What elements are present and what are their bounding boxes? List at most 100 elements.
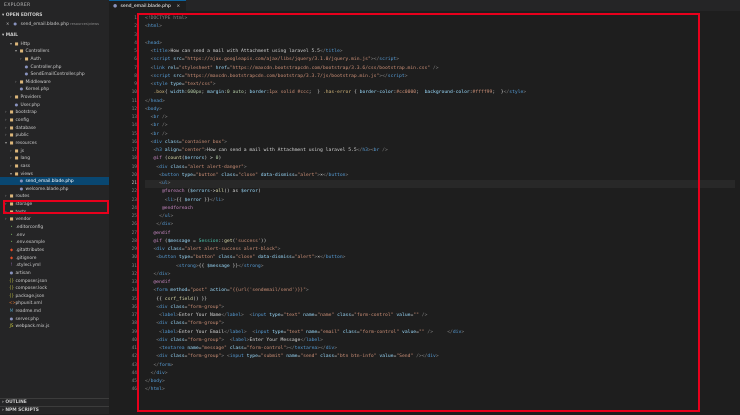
tree-item[interactable]: ◆ .gitattributes [0,246,109,254]
code-line[interactable]: <script src="https://maxcdn.bootstrapcdn… [145,73,735,81]
code-line[interactable]: </div> [145,221,735,229]
code-line[interactable]: <div class="alert alert-success alert-bl… [145,246,735,254]
tab-send-email-blade[interactable]: ● send_email.blade.php × [109,0,187,11]
tree-item-label: bootstrap [15,110,37,116]
code-token: margin [207,90,225,96]
code-line[interactable]: <title>How can send a mail with Attachme… [145,48,735,56]
code-token: > [404,73,408,79]
code-line[interactable]: <button type="button" class="close" data… [145,172,735,180]
code-line[interactable]: <textarea name="message" class="form-con… [145,345,735,353]
code-line[interactable]: <div class="alert alert-danger"> [145,164,735,172]
tree-item[interactable]: ▾ ■ Http [0,40,109,48]
tree-item[interactable]: <>phpunit.xml [0,299,109,307]
tree-item[interactable]: › ■ public [0,131,109,139]
code-line[interactable]: <label>Enter Your Name</label> <input ty… [145,312,735,320]
tree-item[interactable]: ● Controller.php [0,63,109,71]
code-line[interactable]: <div class="container box"> [145,139,735,147]
code-line[interactable]: <br /> [145,122,735,130]
tree-item[interactable]: › ■ Providers [0,93,109,101]
tree-item[interactable]: • .env [0,231,109,239]
tree-item[interactable]: › ■ tests [0,208,109,216]
code-editor[interactable]: 1 2 3 4 5 6 7 8 9 10 11 12 13 14 15 16 17 18 19 20 21 22 23 24 2… [109,11,740,414]
code-line[interactable]: @if ($message = Session::get('success')) [145,238,735,246]
tree-item[interactable]: ▾ ■ views [0,170,109,178]
code-line[interactable]: <body> [145,106,735,114]
code-line[interactable]: <link rel="stylesheet" href="https://max… [145,65,735,73]
tree-item[interactable]: ● send_email.blade.php [0,177,109,185]
code-line[interactable]: </html> [145,386,735,394]
close-icon[interactable]: × [176,4,180,9]
code-area[interactable]: <!DOCTYPE html> <html> <head> <title>How c… [145,15,735,395]
tree-item[interactable]: {}package.json [0,292,109,300]
code-line[interactable]: @if (count($errors) > 0) [145,155,735,163]
outline-section[interactable]: › OUTLINE [0,398,109,406]
tree-item[interactable]: Mreadme.md [0,307,109,315]
code-line[interactable]: </div> [145,271,735,279]
code-line[interactable]: <head> [145,40,735,48]
code-line[interactable]: <style type="text/css"> [145,81,735,89]
tree-item[interactable]: {}composer.json [0,277,109,285]
tree-item[interactable]: ▾ ■ resources [0,139,109,147]
tree-item[interactable]: ● server.php [0,315,109,323]
code-line[interactable]: <li>{{ $error }}</li> [145,197,735,205]
code-line[interactable]: @endif [145,230,735,238]
tree-item[interactable]: › ■ vendor [0,215,109,223]
code-line[interactable]: <div class="form-group"> <label>Enter Yo… [145,337,735,345]
tree-item[interactable]: ● artisan [0,269,109,277]
tree-item[interactable]: › ■ Middleware [0,78,109,86]
code-line[interactable]: <h3 align="center">How can send a mail w… [145,147,735,155]
tree-item[interactable]: {}composer.lock [0,284,109,292]
open-editors-section[interactable]: ▾ OPEN EDITORS [0,12,109,20]
code-line[interactable]: </form> [145,362,735,370]
tree-item[interactable]: • .editorconfig [0,223,109,231]
tree-item[interactable]: › ■ sass [0,162,109,170]
npm-scripts-section[interactable]: › NPM SCRIPTS [0,406,109,414]
tree-item[interactable]: › ■ js [0,147,109,155]
tree-item[interactable]: ● welcome.blade.php [0,185,109,193]
tree-item[interactable]: ! .styleci.yml [0,261,109,269]
code-line[interactable]: @foreach ($errors->all() as $error) [145,188,735,196]
code-line[interactable]: <div class="form-group"> <input type="su… [145,353,735,361]
tree-item[interactable]: › ■ Auth [0,55,109,63]
code-line[interactable]: <script src="https://ajax.googleapis.com… [145,56,735,64]
code-line[interactable]: <div class="form-group"> [145,320,735,328]
folder-icon: ■ [14,147,19,153]
tree-item[interactable]: › ■ lang [0,154,109,162]
code-line[interactable]: @endif [145,279,735,287]
code-line[interactable] [145,32,735,40]
tree-item[interactable]: ● SendEmailController.php [0,70,109,78]
code-line[interactable]: <form method="post" action="{{url('sende… [145,287,735,295]
code-token: @if [153,156,162,162]
close-icon[interactable]: × [6,21,9,26]
code-line[interactable]: <label>Enter Your Email</label> <input t… [145,329,735,337]
code-line[interactable]: </body> [145,378,735,386]
code-line[interactable]: <div class="form-group"> [145,304,735,312]
code-line[interactable]: </div> [145,370,735,378]
tree-item[interactable]: ● User.php [0,101,109,109]
tree-item[interactable]: JS webpack.mix.js [0,322,109,330]
code-line[interactable]: <br /> [145,131,735,139]
code-line[interactable]: <strong>{{ $message }}</strong> [145,263,735,271]
code-line[interactable]: <ul> [145,180,735,189]
code-line[interactable]: <button type="button" class="close" data… [145,254,735,262]
code-line[interactable]: <!DOCTYPE html> [145,15,735,23]
tree-item[interactable]: › ■ config [0,116,109,124]
code-line[interactable]: <html> [145,23,735,31]
code-line[interactable]: <br /> [145,114,735,122]
tree-item[interactable]: ◆ .gitignore [0,254,109,262]
tree-item[interactable]: ● Kernel.php [0,85,109,93]
code-line[interactable]: </ul> [145,213,735,221]
php-file-icon: ● [13,21,18,26]
tree-item[interactable]: › ■ routes [0,192,109,200]
code-line[interactable]: .box{ width:600px; margin:0 auto; border… [145,89,735,97]
code-line[interactable]: @endforeach [145,205,735,213]
code-line[interactable]: </head> [145,98,735,106]
tree-item[interactable]: ▾ ■ Controllers [0,47,109,55]
tree-item[interactable]: › ■ bootstrap [0,108,109,116]
tree-item[interactable]: › ■ storage [0,200,109,208]
code-line[interactable]: {{ csrf_field() }} [145,296,735,304]
tree-item[interactable]: › ■ database [0,124,109,132]
open-editor-item[interactable]: × ● send_email.blade.php resources\views [0,20,109,28]
project-section[interactable]: ▾ MAIL [0,32,109,40]
tree-item[interactable]: • .env.example [0,238,109,246]
